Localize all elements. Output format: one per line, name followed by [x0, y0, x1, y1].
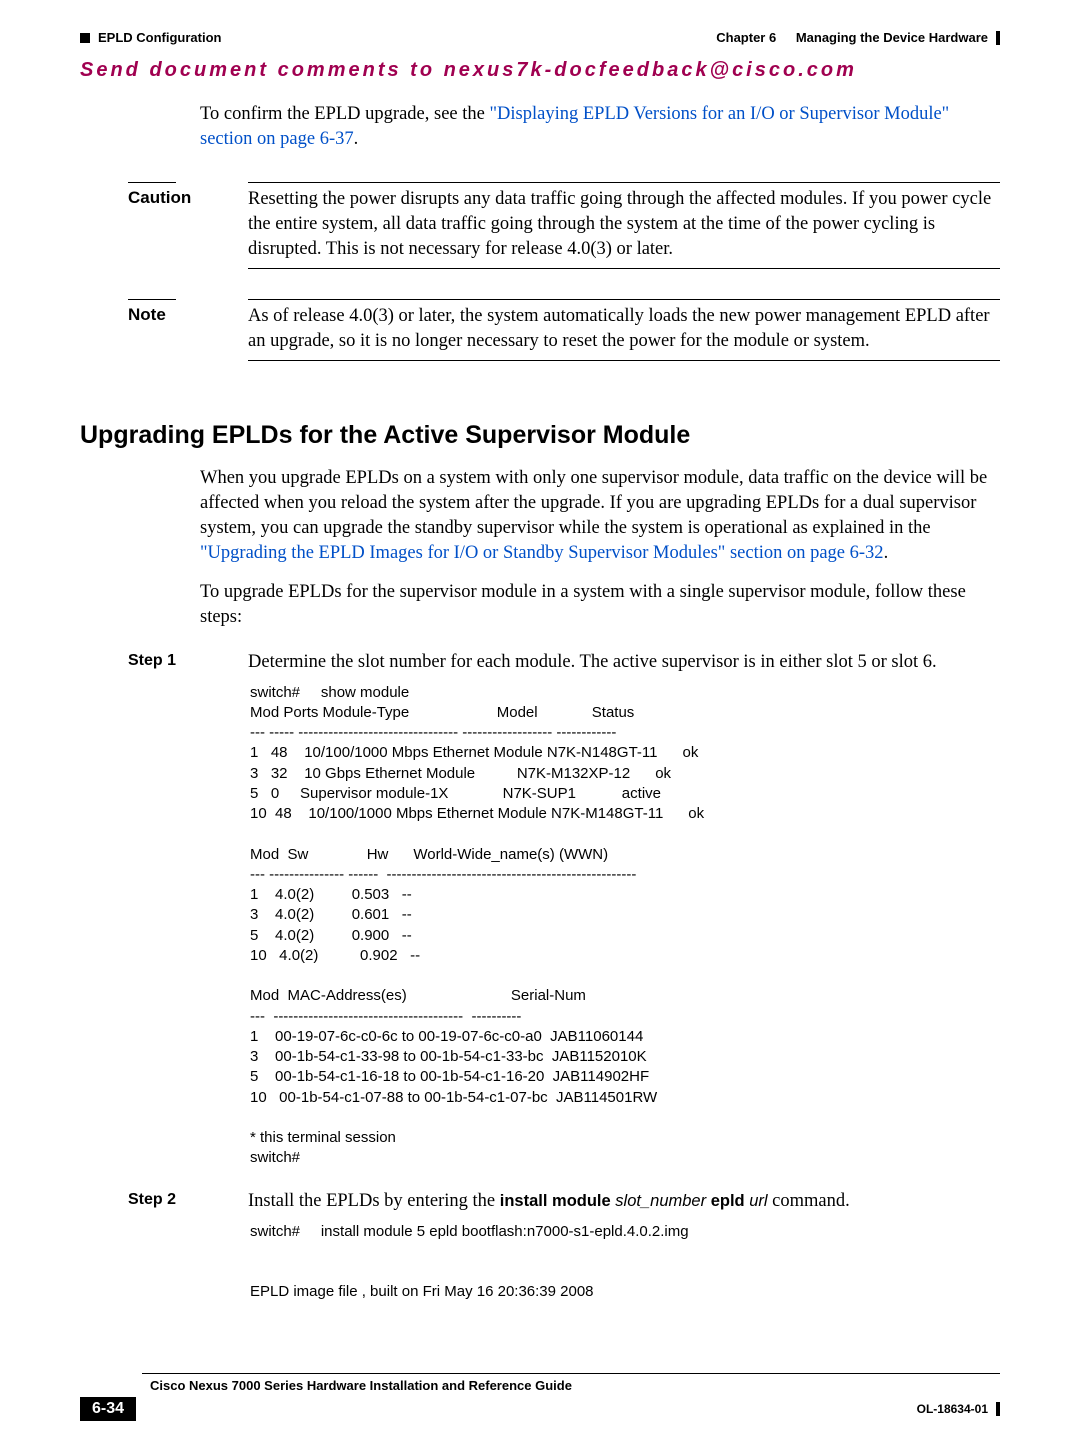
caution-text: Resetting the power disrupts any data tr… — [248, 187, 1000, 262]
step-2-text: Install the EPLDs by entering the instal… — [248, 1189, 1000, 1214]
step-2-arg2: url — [749, 1192, 767, 1210]
para1-prefix: When you upgrade EPLDs on a system with … — [200, 468, 987, 538]
para1-link[interactable]: "Upgrading the EPLD Images for I/O or St… — [200, 543, 884, 563]
step-2-cmd2: epld — [706, 1192, 749, 1210]
step-2-suffix: command. — [768, 1191, 850, 1211]
caution-block: Caution Resetting the power disrupts any… — [80, 182, 1000, 269]
header-section: EPLD Configuration — [98, 30, 222, 45]
footer-page-num: 6-34 — [80, 1397, 136, 1421]
intro-text-prefix: To confirm the EPLD upgrade, see the — [200, 104, 489, 124]
note-label: Note — [128, 304, 228, 327]
intro-text-suffix: . — [354, 129, 359, 149]
para1-suffix: . — [884, 543, 889, 563]
step-1-text: Determine the slot number for each modul… — [248, 650, 1000, 675]
step-1-label: Step 1 — [80, 650, 228, 675]
section-para-2: To upgrade EPLDs for the supervisor modu… — [200, 580, 1000, 630]
footer-bar-icon — [996, 1402, 1000, 1416]
section-para-1: When you upgrade EPLDs on a system with … — [200, 466, 1000, 566]
feedback-banner: Send document comments to nexus7k-docfee… — [80, 59, 1000, 82]
step-2: Step 2 Install the EPLDs by entering the… — [80, 1189, 1000, 1214]
header-bar-icon — [996, 31, 1000, 45]
step-2-prefix: Install the EPLDs by entering the — [248, 1191, 500, 1211]
footer-doc-id: OL-18634-01 — [917, 1402, 988, 1416]
step-2-label: Step 2 — [80, 1189, 228, 1214]
footer-doc-title: Cisco Nexus 7000 Series Hardware Install… — [150, 1378, 572, 1393]
step-2-cmd1: install module — [500, 1192, 616, 1210]
step-1-cli: switch# show module Mod Ports Module-Typ… — [250, 683, 1000, 1169]
step-2-arg1: slot_number — [615, 1192, 706, 1210]
note-text: As of release 4.0(3) or later, the syste… — [248, 304, 1000, 354]
caution-label: Caution — [128, 187, 228, 210]
step-1: Step 1 Determine the slot number for eac… — [80, 650, 1000, 675]
page-header: EPLD Configuration Chapter 6 Managing th… — [80, 30, 1000, 45]
intro-paragraph: To confirm the EPLD upgrade, see the "Di… — [200, 102, 1000, 152]
header-chapter-label: Chapter 6 — [716, 30, 776, 45]
note-block: Note As of release 4.0(3) or later, the … — [80, 299, 1000, 361]
step-2-cli: switch# install module 5 epld bootflash:… — [250, 1222, 1000, 1303]
header-chapter-title: Managing the Device Hardware — [796, 30, 988, 45]
header-marker-icon — [80, 33, 90, 43]
section-heading: Upgrading EPLDs for the Active Superviso… — [80, 421, 1000, 450]
